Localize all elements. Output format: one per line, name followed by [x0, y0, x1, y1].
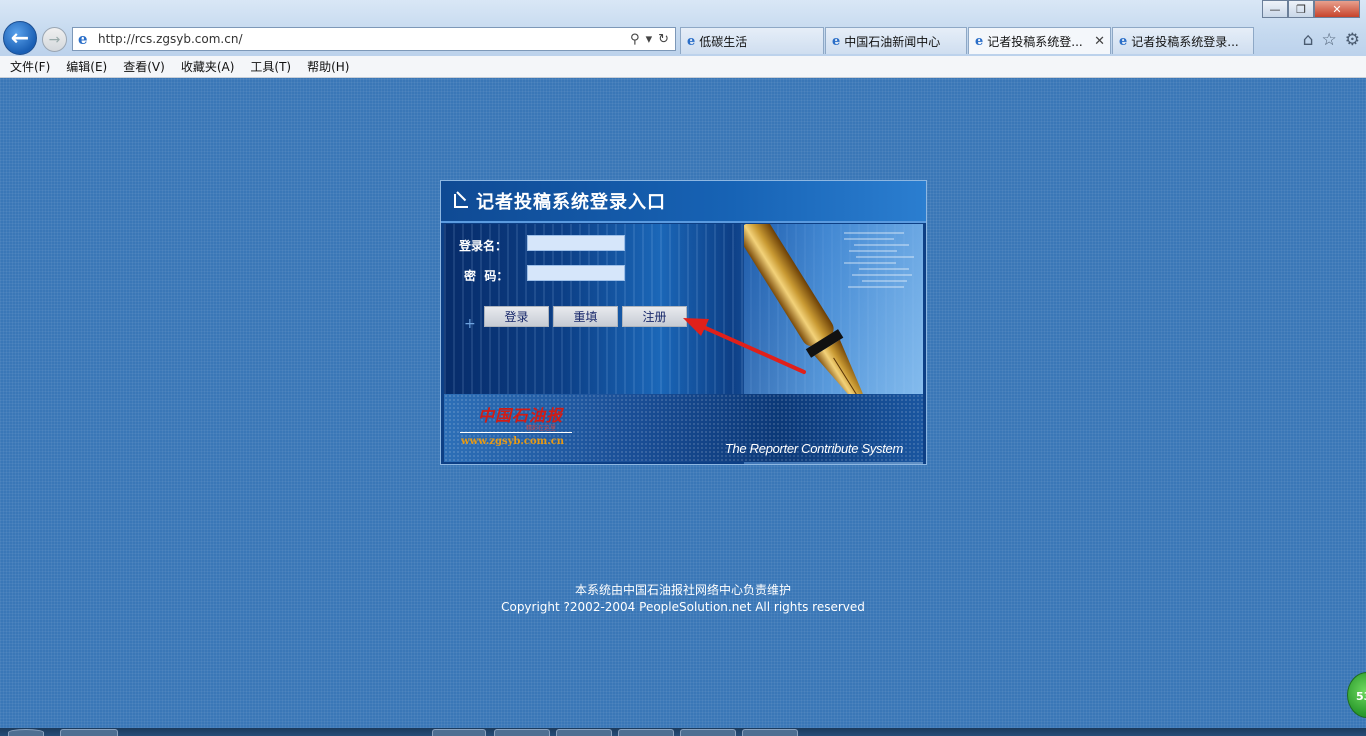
login-title: 记者投稿系统登录入口: [476, 192, 666, 213]
search-icon[interactable]: ⚲: [630, 32, 640, 47]
dropdown-icon[interactable]: ▾: [646, 32, 653, 47]
ie-tab-icon: e: [687, 33, 696, 49]
back-button[interactable]: ←: [3, 21, 37, 55]
refresh-icon[interactable]: ↻: [658, 32, 669, 47]
newspaper-logo: 中国石油报 精彩在这里 www.zgsyb.com.cn: [456, 402, 576, 454]
tab-label: 记者投稿系统登...: [987, 34, 1083, 49]
logo-subtitle: 精彩在这里: [526, 425, 557, 432]
minimize-button[interactable]: —: [1262, 0, 1288, 18]
login-footer: 中国石油报 精彩在这里 www.zgsyb.com.cn The Reporte…: [444, 394, 923, 462]
ie-tab-icon: e: [832, 33, 841, 49]
taskbar-app-button[interactable]: [60, 729, 118, 736]
menu-file[interactable]: 文件(F): [10, 58, 50, 75]
copyright-text: Copyright ?2002-2004 PeopleSolution.net …: [501, 600, 865, 614]
gear-icon[interactable]: ⚙: [1345, 30, 1360, 50]
register-button[interactable]: 注册: [622, 306, 687, 327]
password-label: 密 码：: [464, 269, 509, 283]
browser-chrome: — ❐ ✕ ← → e http://rcs.zgsyb.com.cn/ ⚲ ▾…: [0, 0, 1366, 56]
plus-decoration-icon: +: [464, 316, 476, 332]
tab-lowcarbon[interactable]: e 低碳生活: [680, 27, 824, 54]
login-body: 登录名： 密 码： + 登录 重填 注册: [444, 224, 923, 464]
login-button[interactable]: 登录: [484, 306, 549, 327]
username-label: 登录名：: [459, 239, 508, 253]
ie-page-icon: e: [78, 30, 88, 48]
address-url[interactable]: http://rcs.zgsyb.com.cn/: [98, 32, 630, 46]
forward-button[interactable]: →: [42, 27, 67, 52]
menu-view[interactable]: 查看(V): [123, 58, 165, 75]
arrow-down-right-icon: [454, 194, 468, 208]
username-input[interactable]: [527, 235, 625, 251]
close-window-button[interactable]: ✕: [1314, 0, 1360, 18]
taskbar-app-button[interactable]: [494, 729, 550, 736]
menu-favorites[interactable]: 收藏夹(A): [181, 58, 235, 75]
home-icon[interactable]: ⌂: [1303, 30, 1314, 50]
login-header: 记者投稿系统登录入口: [441, 181, 926, 223]
taskbar-app-button[interactable]: [680, 729, 736, 736]
menu-bar: 文件(F) 编辑(E) 查看(V) 收藏夹(A) 工具(T) 帮助(H): [0, 56, 1366, 78]
ie-tab-icon: e: [975, 33, 984, 49]
arrow-right-icon: →: [48, 31, 61, 48]
logo-divider: [460, 432, 572, 433]
tab-close-icon[interactable]: ✕: [1094, 34, 1105, 49]
window-controls: — ❐ ✕: [1262, 0, 1360, 18]
arrow-left-icon: ←: [10, 25, 30, 51]
page-content: 记者投稿系统登录入口 登录名： 密 码： + 登录 重填 注册 中国石油报 精彩…: [0, 78, 1366, 728]
taskbar-app-button[interactable]: [742, 729, 798, 736]
reset-button[interactable]: 重填: [553, 306, 618, 327]
maintenance-notice: 本系统由中国石油报社网络中心负责维护: [574, 583, 791, 597]
tab-reporter-login[interactable]: e 记者投稿系统登录...: [1112, 27, 1254, 54]
favorites-star-icon[interactable]: ☆: [1322, 30, 1337, 50]
taskbar-app-button[interactable]: [618, 729, 674, 736]
taskbar-app-button[interactable]: [556, 729, 612, 736]
address-bar[interactable]: e http://rcs.zgsyb.com.cn/ ⚲ ▾ ↻: [72, 27, 676, 51]
logo-url: www.zgsyb.com.cn: [461, 436, 565, 447]
taskbar-app-button[interactable]: [432, 729, 486, 736]
maximize-button[interactable]: ❐: [1288, 0, 1314, 18]
tab-reporter-login-active[interactable]: e 记者投稿系统登... ✕: [968, 27, 1111, 54]
menu-help[interactable]: 帮助(H): [307, 58, 349, 75]
menu-tools[interactable]: 工具(T): [250, 58, 291, 75]
password-input[interactable]: [527, 265, 625, 281]
start-button[interactable]: [8, 729, 44, 736]
ie-tab-icon: e: [1119, 33, 1128, 49]
tab-label: 记者投稿系统登录...: [1131, 34, 1239, 49]
menu-edit[interactable]: 编辑(E): [66, 58, 107, 75]
system-english-title: The Reporter Contribute System: [724, 441, 903, 456]
annotation-arrow: [683, 318, 806, 374]
login-panel: 记者投稿系统登录入口 登录名： 密 码： + 登录 重填 注册 中国石油报 精彩…: [440, 180, 927, 465]
tab-cnpc-news[interactable]: e 中国石油新闻中心: [825, 27, 967, 54]
tab-label: 低碳生活: [699, 34, 748, 49]
tab-label: 中国石油新闻中心: [844, 34, 941, 49]
